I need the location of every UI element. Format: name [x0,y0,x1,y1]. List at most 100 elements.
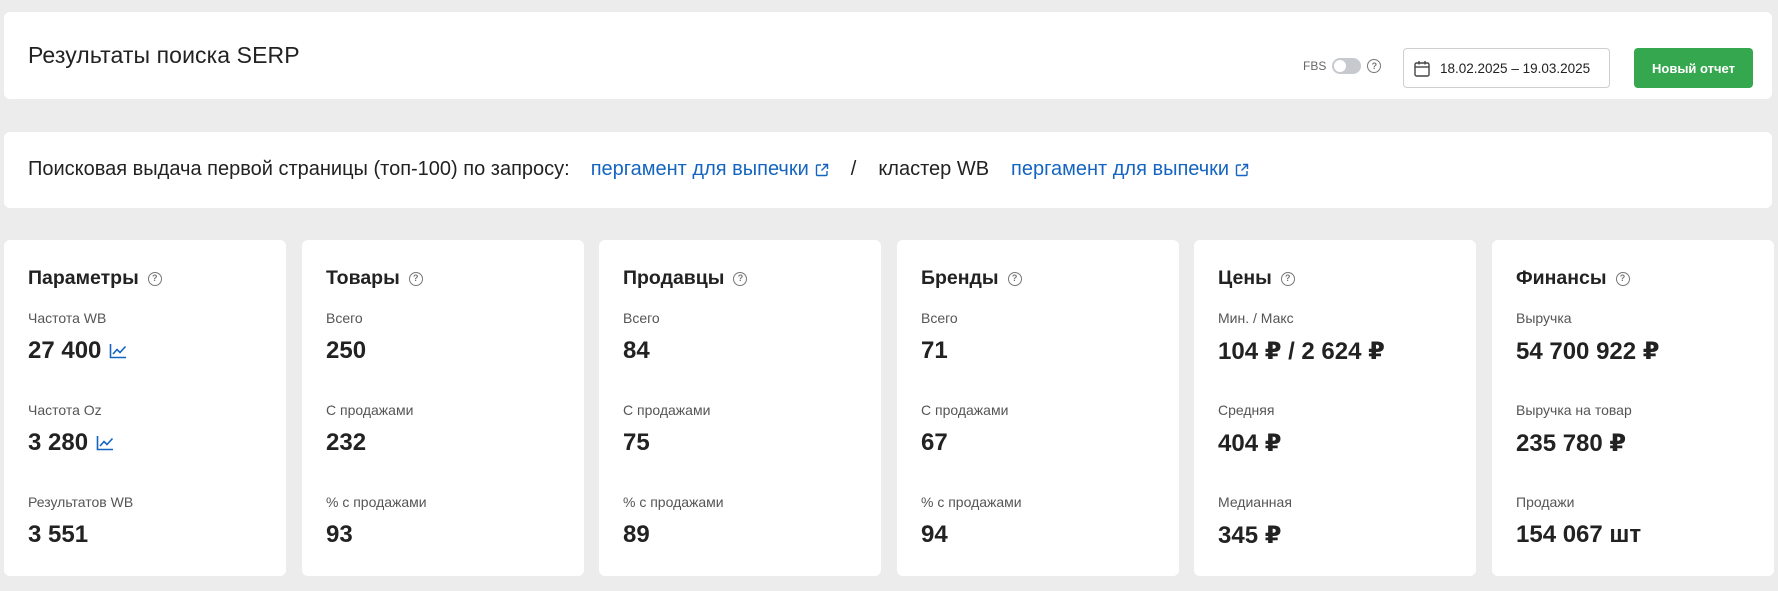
stat-value-text: 94 [921,521,948,548]
stat-card-title-text: Параметры [28,267,139,289]
query-link[interactable]: пергамент для выпечки [591,158,829,181]
stat-value-text: 104 ₽ / 2 624 ₽ [1218,338,1385,365]
query-prefix: Поисковая выдача первой страницы (топ-10… [28,158,570,180]
query-panel: Поисковая выдача первой страницы (топ-10… [4,132,1772,208]
stat-label: Всего [921,310,958,326]
stat-value: 104 ₽ / 2 624 ₽ [1218,337,1385,366]
stat-value: 54 700 922 ₽ [1516,337,1659,366]
query-link-text: пергамент для выпечки [590,158,809,180]
stat-value-text: 75 [623,429,650,456]
stat-value: 3 551 [28,521,88,549]
stat-label: Частота WB [28,310,107,326]
stat-label: Результатов WB [28,494,134,510]
stat-value: 27 400 [28,337,127,365]
trend-chart-icon[interactable] [109,343,127,359]
stat-card-title-text: Товары [326,267,400,289]
stat-card-title-text: Бренды [921,267,999,289]
query-separator: / [850,158,857,180]
stat-label: Продажи [1516,494,1575,510]
header-bar: Результаты поиска SERP FBS ? 18.02.2025 … [4,12,1772,99]
stat-label: % с продажами [326,494,427,510]
stat-label: С продажами [921,402,1009,418]
help-icon[interactable]: ? [408,271,423,286]
page-title: Результаты поиска SERP [28,42,300,68]
stat-value: 75 [623,429,650,457]
stat-value: 345 ₽ [1218,521,1281,550]
help-icon[interactable]: ? [1007,271,1022,286]
stat-card-title: Товары? [326,267,423,290]
cluster-link[interactable]: пергамент для выпечки [1011,158,1249,181]
stat-value-text: 84 [623,337,650,364]
stat-label: С продажами [623,402,711,418]
trend-chart-icon[interactable] [96,435,114,451]
stat-value: 3 280 [28,429,114,457]
help-icon[interactable]: ? [147,271,162,286]
stat-value-text: 27 400 [28,337,102,364]
date-range-picker[interactable]: 18.02.2025 – 19.03.2025 [1403,48,1610,88]
stat-card: Продавцы? Всего 84 С продажами 75 % с продажа… [599,240,881,576]
stat-value-text: 232 [326,429,367,456]
help-icon[interactable]: ? [1280,271,1295,286]
stat-card-title-text: Цены [1218,267,1272,289]
external-link-icon [1235,163,1249,176]
cluster-label: кластер WB [878,158,990,180]
help-icon[interactable]: ? [1367,59,1382,73]
stat-label: % с продажами [623,494,724,510]
stat-value-text: 3 551 [28,521,89,548]
stat-value: 71 [921,337,948,365]
stat-value-text: 89 [623,521,650,548]
external-link-icon [815,163,828,176]
stat-card-title-text: Финансы [1516,267,1607,289]
stat-card: Цены? Мин. / Макс 104 ₽ / 2 624 ₽ Средняя 40… [1194,240,1476,576]
stat-card-title: Финансы? [1516,267,1630,290]
date-range-text: 18.02.2025 – 19.03.2025 [1440,60,1591,76]
stat-value-text: 71 [921,337,948,364]
fbs-toggle-group: FBS ? [1303,58,1382,74]
stat-value: 235 780 ₽ [1516,429,1626,458]
stat-value-text: 54 700 922 ₽ [1516,338,1660,365]
stat-card-title: Цены? [1218,267,1295,290]
stat-label: Выручка на товар [1516,402,1632,418]
stat-value-text: 345 ₽ [1218,522,1282,549]
stat-value-text: 3 280 [28,429,89,456]
stat-card-title: Бренды? [921,267,1022,290]
stat-value-text: 154 067 шт [1516,521,1642,548]
stat-value: 93 [326,521,353,549]
help-icon[interactable]: ? [733,271,748,286]
stat-value: 84 [623,337,650,365]
stat-label: % с продажами [921,494,1022,510]
stat-label: Частота Oz [28,402,102,418]
stat-value-text: 250 [326,337,367,364]
stat-label: Мин. / Макс [1218,310,1294,326]
stat-card: Товары? Всего 250 С продажами 232 % с продажа… [302,240,584,576]
stat-value: 94 [921,521,948,549]
stat-value: 67 [921,429,948,457]
stat-card-title: Продавцы? [623,267,748,290]
stat-value-text: 404 ₽ [1218,430,1282,457]
stat-label: С продажами [326,402,414,418]
calendar-icon [1414,60,1430,77]
stat-label: Выручка [1516,310,1572,326]
new-report-button[interactable]: Новый отчет [1634,48,1753,88]
stat-card: Финансы? Выручка 54 700 922 ₽ Выручка на то… [1492,240,1774,576]
stat-value: 89 [623,521,650,549]
stat-value: 250 [326,337,366,365]
stat-card: Бренды? Всего 71 С продажами 67 % с продажами… [897,240,1179,576]
stat-value-text: 93 [326,521,353,548]
help-icon[interactable]: ? [1615,271,1630,286]
stat-value-text: 235 780 ₽ [1516,430,1627,457]
stat-label: Средняя [1218,402,1275,418]
stat-value: 404 ₽ [1218,429,1281,458]
stat-label: Всего [326,310,363,326]
stat-card: Параметры? Частота WB 27 400 Частота Oz 3 28… [4,240,286,576]
query-row: Поисковая выдача первой страницы (топ-10… [28,158,1249,181]
fbs-toggle[interactable] [1332,58,1362,74]
stat-label: Всего [623,310,660,326]
stat-value-text: 67 [921,429,948,456]
stat-label: Медианная [1218,494,1292,510]
fbs-label: FBS [1303,59,1327,73]
stat-card-title: Параметры? [28,267,162,290]
cluster-link-text: пергамент для выпечки [1011,158,1230,180]
stat-value: 232 [326,429,366,457]
stat-value: 154 067 шт [1516,521,1641,549]
